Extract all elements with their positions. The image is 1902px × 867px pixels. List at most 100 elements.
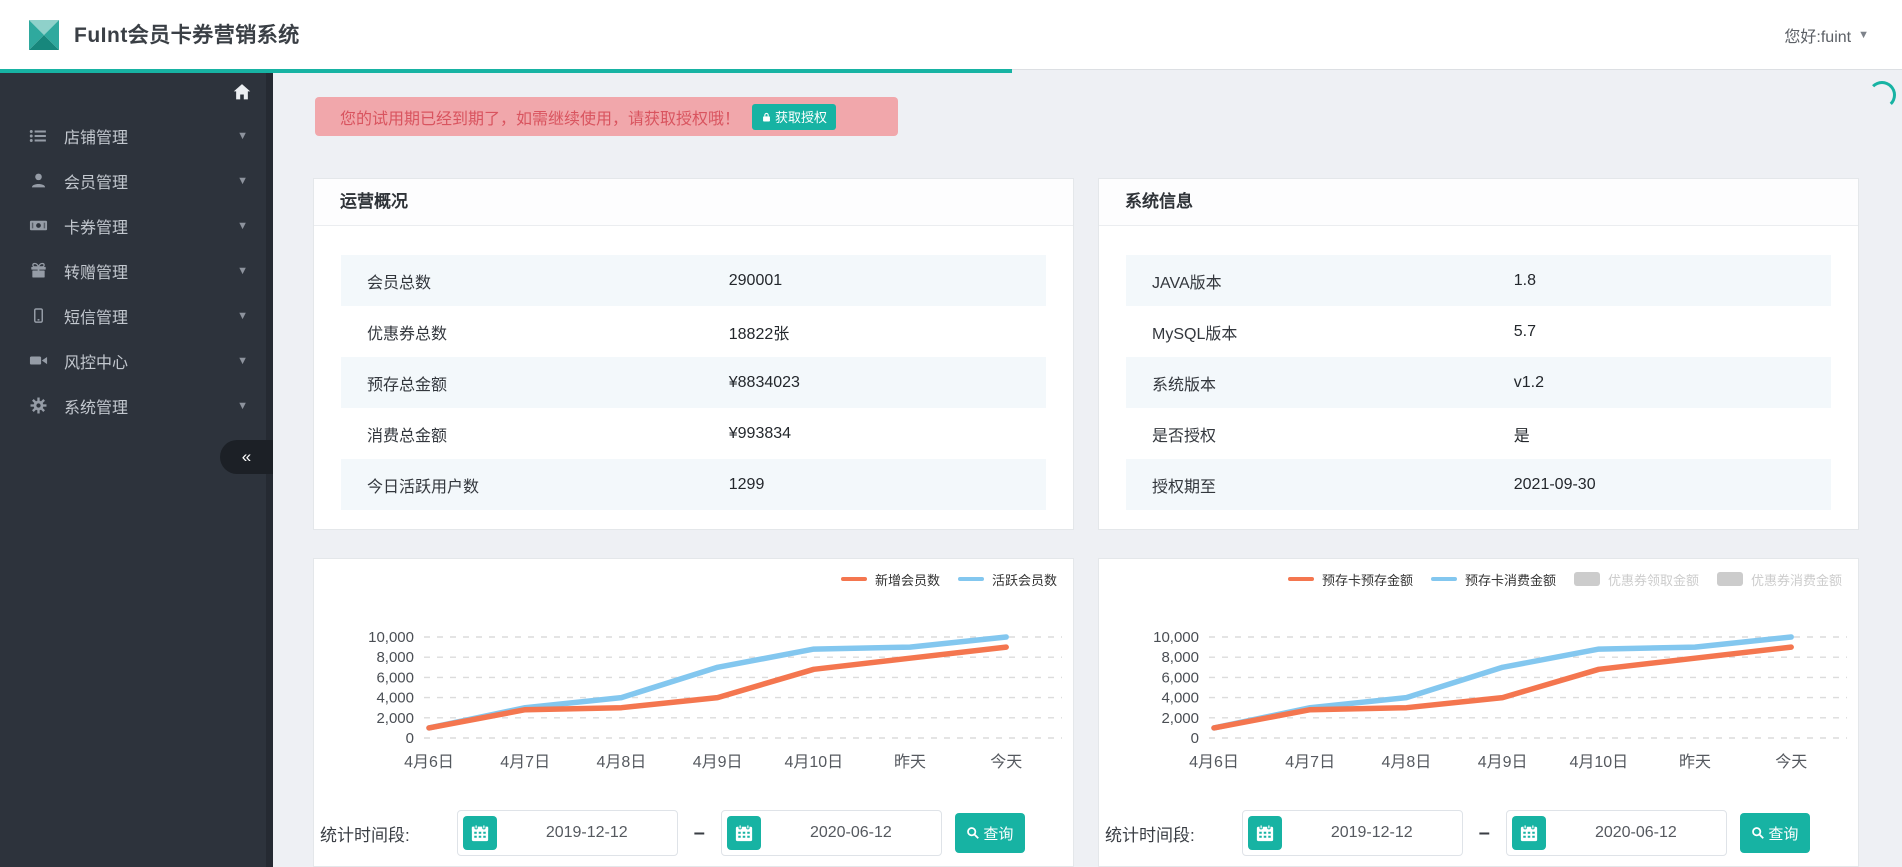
chevron-down-icon: ▼ xyxy=(237,129,248,142)
svg-text:4,000: 4,000 xyxy=(1161,690,1199,707)
sidebar-collapse-button[interactable]: « xyxy=(220,440,273,474)
overview-table: 会员总数 290001 优惠券总数 18822张 预存总金额 ¥8834023 消费总金额 ¥… xyxy=(341,255,1046,510)
row-value: v1.2 xyxy=(1513,373,1544,391)
svg-text:4月6日: 4月6日 xyxy=(1189,754,1239,771)
calendar-icon[interactable] xyxy=(726,816,761,850)
chart-legend: 新增会员数 活跃会员数 xyxy=(840,569,1057,589)
legend-item[interactable]: 新增会员数 xyxy=(840,570,940,589)
sidebar-item-1[interactable]: 会员管理 ▼ xyxy=(0,158,273,203)
svg-text:10,000: 10,000 xyxy=(368,629,414,646)
money-icon xyxy=(28,216,48,235)
table-row: 授权期至 2021-09-30 xyxy=(1126,459,1831,510)
date-range-separator: – xyxy=(1478,821,1490,844)
gear-icon xyxy=(28,397,48,414)
start-date-input[interactable]: 2019-12-12 xyxy=(1241,810,1463,856)
chevron-down-icon: ▼ xyxy=(237,309,248,322)
row-value: 2021-09-30 xyxy=(1513,475,1596,493)
sidebar-item-label: 短信管理 xyxy=(64,309,129,327)
loading-spinner-icon xyxy=(1868,81,1896,109)
row-value: 1299 xyxy=(728,475,765,493)
end-date-input[interactable]: 2020-06-12 xyxy=(720,810,942,856)
sidebar: 店铺管理 ▼ 会员管理 ▼ 卡券管理 ▼ 转赠管理 ▼ 短信管理 ▼ 风控中心 ▼ 系统管理 ▼ « xyxy=(0,69,273,867)
date-range-controls: 统计时间段: 2019-12-12 – 2020-06-12 查询 xyxy=(1105,809,1810,857)
row-value: 5.7 xyxy=(1513,322,1536,340)
loading-progress-bar xyxy=(0,69,1012,73)
user-greeting: 您好:fuint xyxy=(1784,29,1852,46)
calendar-icon[interactable] xyxy=(462,816,497,850)
sidebar-item-4[interactable]: 短信管理 ▼ xyxy=(0,293,273,338)
end-date-input[interactable]: 2020-06-12 xyxy=(1505,810,1727,856)
start-date-input[interactable]: 2019-12-12 xyxy=(456,810,678,856)
calendar-icon[interactable] xyxy=(1511,816,1546,850)
table-row: 消费总金额 ¥993834 xyxy=(341,408,1046,459)
svg-text:4月8日: 4月8日 xyxy=(596,754,646,771)
row-value: 290001 xyxy=(728,271,783,289)
overview-panel: 运营概况 会员总数 290001 优惠券总数 18822张 预存总金额 ¥8834023 消… xyxy=(313,178,1074,530)
sidebar-item-label: 系统管理 xyxy=(64,399,129,417)
table-row: 预存总金额 ¥8834023 xyxy=(341,357,1046,408)
user-icon xyxy=(28,172,48,189)
legend-item[interactable]: 优惠券消费金额 xyxy=(1716,570,1842,589)
svg-text:2,000: 2,000 xyxy=(1161,710,1199,727)
legend-label: 优惠券消费金额 xyxy=(1750,572,1842,588)
svg-text:昨天: 昨天 xyxy=(894,753,926,771)
search-button[interactable]: 查询 xyxy=(1739,813,1810,853)
legend-item[interactable]: 活跃会员数 xyxy=(957,570,1057,589)
svg-text:4月7日: 4月7日 xyxy=(500,754,550,771)
legend-item[interactable]: 预存卡消费金额 xyxy=(1430,570,1556,589)
sidebar-item-5[interactable]: 风控中心 ▼ xyxy=(0,338,273,383)
svg-text:昨天: 昨天 xyxy=(1679,753,1711,771)
svg-text:4,000: 4,000 xyxy=(376,690,414,707)
user-menu[interactable]: 您好:fuint ▼ xyxy=(1784,23,1869,47)
chevron-down-icon: ▼ xyxy=(237,174,248,187)
lock-icon xyxy=(763,112,770,121)
chevron-down-icon: ▼ xyxy=(1858,29,1869,41)
get-license-button[interactable]: 获取授权 xyxy=(752,103,837,130)
row-value: 是 xyxy=(1513,427,1530,445)
home-icon[interactable] xyxy=(229,79,255,105)
chevron-down-icon: ▼ xyxy=(237,399,248,412)
main-content: 您的试用期已经到期了，如需继续使用，请获取授权哦！ 获取授权 运营概况 会员总数… xyxy=(273,73,1902,867)
svg-text:4月6日: 4月6日 xyxy=(404,754,454,771)
svg-text:6,000: 6,000 xyxy=(376,669,414,686)
svg-text:4月10日: 4月10日 xyxy=(784,754,843,771)
list-icon xyxy=(28,127,48,145)
sidebar-item-label: 风控中心 xyxy=(64,354,129,372)
svg-text:今天: 今天 xyxy=(1775,753,1807,771)
system-info-table: JAVA版本 1.8 MySQL版本 5.7 系统版本 v1.2 是否授权 是授权期至 2021… xyxy=(1126,255,1831,510)
end-date-value: 2020-06-12 xyxy=(809,824,892,841)
legend-label: 优惠券领取金额 xyxy=(1607,572,1699,588)
search-button[interactable]: 查询 xyxy=(954,813,1025,853)
sidebar-item-label: 会员管理 xyxy=(64,174,129,192)
svg-text:4月9日: 4月9日 xyxy=(1478,754,1528,771)
date-range-controls: 统计时间段: 2019-12-12 – 2020-06-12 查询 xyxy=(320,809,1025,857)
app-header: FuInt会员卡券营销系统 您好:fuint ▼ xyxy=(0,0,1902,69)
legend-item[interactable]: 预存卡预存金额 xyxy=(1287,570,1413,589)
row-label: 今日活跃用户数 xyxy=(367,478,480,496)
row-value: ¥993834 xyxy=(728,424,792,442)
row-value: ¥8834023 xyxy=(728,373,800,391)
legend-rect-marker xyxy=(1716,572,1743,586)
calendar-icon[interactable] xyxy=(1247,816,1282,850)
legend-line-marker xyxy=(957,577,984,581)
video-icon xyxy=(28,351,48,370)
legend-label: 预存卡预存金额 xyxy=(1321,572,1413,588)
table-row: 今日活跃用户数 1299 xyxy=(341,459,1046,510)
member-chart-card: 新增会员数 活跃会员数 0 2,000 4,000 6,000 8,000 10,000 4月… xyxy=(313,558,1074,867)
svg-text:4月10日: 4月10日 xyxy=(1569,754,1628,771)
app-logo-icon xyxy=(29,20,59,50)
sidebar-item-6[interactable]: 系统管理 ▼ xyxy=(0,383,273,428)
legend-item[interactable]: 优惠券领取金额 xyxy=(1573,570,1699,589)
sidebar-item-label: 转赠管理 xyxy=(64,264,129,282)
legend-line-marker xyxy=(1287,577,1314,581)
legend-line-marker xyxy=(840,577,867,581)
mobile-icon xyxy=(28,308,48,323)
svg-text:2,000: 2,000 xyxy=(376,710,414,727)
sidebar-item-label: 卡券管理 xyxy=(64,219,129,237)
chart-plot: 0 2,000 4,000 6,000 8,000 10,000 4月6日 4月7日 4月8日 4… xyxy=(314,599,1075,779)
svg-text:4月7日: 4月7日 xyxy=(1285,754,1335,771)
sidebar-item-2[interactable]: 卡券管理 ▼ xyxy=(0,203,273,248)
row-value: 18822张 xyxy=(728,325,790,343)
sidebar-item-0[interactable]: 店铺管理 ▼ xyxy=(0,113,273,158)
sidebar-item-3[interactable]: 转赠管理 ▼ xyxy=(0,248,273,293)
